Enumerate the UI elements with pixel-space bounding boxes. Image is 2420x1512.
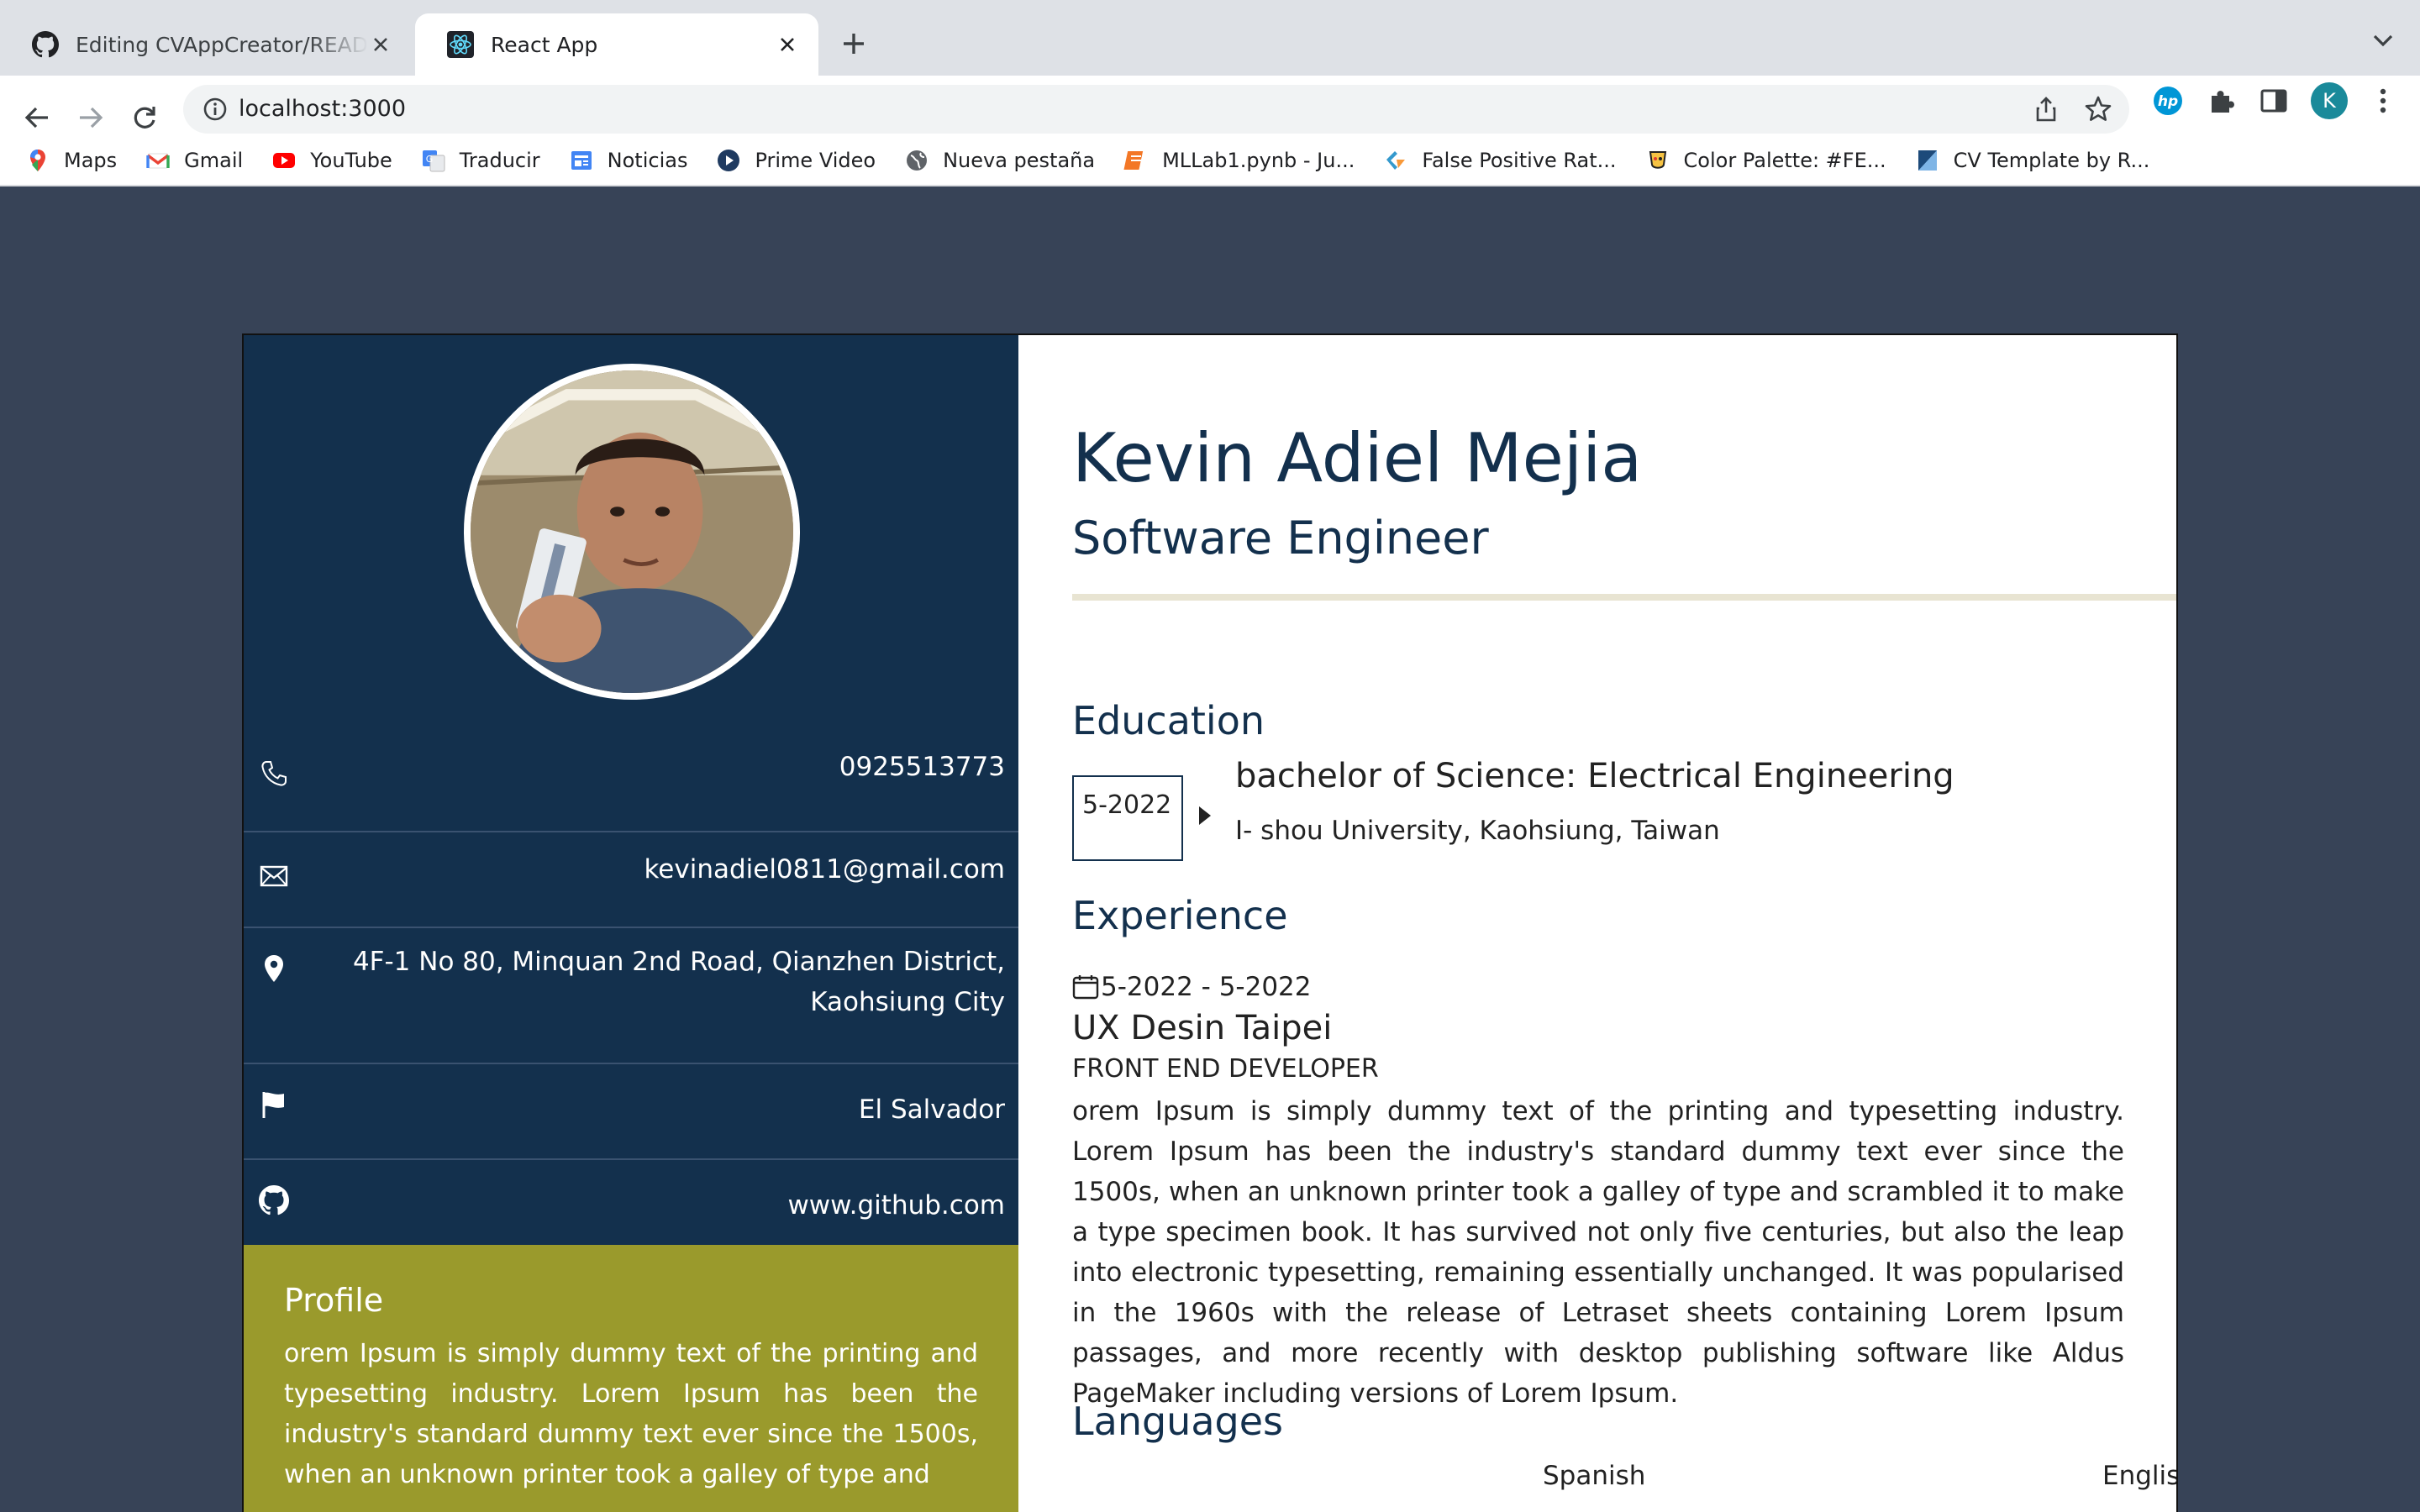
tab-strip: Editing CVAppCreator/README.md React App: [0, 0, 2420, 76]
close-tab-icon[interactable]: [775, 32, 800, 57]
bookmark-star-icon[interactable]: [2084, 95, 2112, 123]
email-address[interactable]: kevinadiel0811@gmail.com: [644, 849, 1005, 890]
forward-arrow-icon: [80, 107, 103, 129]
education-degree: bachelor of Science: Electrical Engineer…: [1235, 757, 1954, 795]
cv-document: 0925513773 kevinadiel0811@gmail.com 4F-1…: [242, 333, 2178, 1512]
back-button[interactable]: [18, 99, 55, 136]
education-school: I- shou University, Kaohsiung, Taiwan: [1235, 816, 1720, 846]
reload-button[interactable]: [126, 99, 163, 136]
bookmark-youtube[interactable]: YouTube: [271, 148, 392, 173]
header-divider: [1072, 594, 2176, 601]
template-icon: [1918, 150, 1937, 171]
bookmark-color-palette[interactable]: Color Palette: #FE...: [1645, 148, 1886, 173]
profile-heading: Profile: [284, 1282, 384, 1319]
experience-date-range: 5-2022 - 5-2022: [1101, 972, 1312, 1002]
hp-extension-icon[interactable]: hp: [2151, 84, 2185, 118]
close-tab-icon[interactable]: [368, 32, 393, 57]
news-icon: [571, 151, 592, 170]
react-icon: [447, 31, 474, 58]
contact-website: www.github.com: [244, 1160, 1018, 1256]
chevron-down-icon[interactable]: [2368, 25, 2398, 55]
side-panel-icon[interactable]: [2257, 84, 2291, 118]
palette-icon: [1649, 151, 1666, 169]
location-pin-icon: [265, 955, 283, 982]
tab-react-app[interactable]: React App: [415, 13, 818, 76]
svg-text:G: G: [426, 154, 434, 165]
candidate-name: Kevin Adiel Mejia: [1072, 419, 1643, 497]
job-title: Software Engineer: [1072, 512, 1489, 564]
maps-icon: [30, 150, 45, 171]
tab-title: Editing CVAppCreator/README.md: [76, 32, 368, 57]
cv-sidebar: 0925513773 kevinadiel0811@gmail.com 4F-1…: [244, 335, 1018, 1512]
bookmark-traducir[interactable]: G Traducir: [421, 148, 540, 173]
translate-icon: G: [422, 150, 445, 172]
profile-avatar[interactable]: K: [2311, 82, 2348, 119]
share-icon[interactable]: [2032, 95, 2060, 123]
github-icon: [32, 31, 59, 58]
reload-icon: [134, 107, 155, 129]
jupyter-icon: [1123, 151, 1144, 170]
address-bar[interactable]: localhost:3000: [183, 85, 2129, 134]
globe-icon: [907, 150, 928, 171]
contact-address: 4F-1 No 80, Minquan 2nd Road, Qianzhen D…: [244, 928, 1018, 1064]
contact-email: kevinadiel0811@gmail.com: [244, 832, 1018, 928]
tab-title: React App: [491, 32, 598, 57]
gmail-icon: [146, 153, 170, 169]
address-line-1: 4F-1 No 80, Minquan 2nd Road, Qianzhen D…: [352, 947, 1005, 977]
language-item: English: [2102, 1461, 2176, 1491]
profile-photo: [464, 364, 800, 700]
bookmark-gmail[interactable]: Gmail: [145, 148, 243, 173]
youtube-icon: [273, 153, 296, 168]
new-tab-icon[interactable]: [837, 27, 871, 60]
calendar-icon: [1072, 975, 1099, 1000]
experience-role: FRONT END DEVELOPER: [1072, 1054, 1379, 1084]
bookmark-false-positive[interactable]: False Positive Rat...: [1383, 148, 1617, 173]
languages-heading: Languages: [1072, 1399, 1283, 1444]
country: El Salvador: [858, 1095, 1005, 1125]
envelope-icon: [260, 865, 288, 887]
extensions-puzzle-icon[interactable]: [2205, 84, 2238, 118]
phone-number[interactable]: 0925513773: [839, 747, 1005, 787]
experience-company: UX Desin Taipei: [1072, 1009, 1333, 1047]
cv-main: Kevin Adiel Mejia Software Engineer Educ…: [1018, 335, 2176, 1512]
caret-right-icon: [1199, 806, 1211, 825]
scikit-icon: [1386, 151, 1406, 170]
education-heading: Education: [1072, 698, 1265, 743]
url-text[interactable]: localhost:3000: [239, 96, 406, 122]
language-item: Spanish: [1543, 1461, 1646, 1491]
tab-editing-readme[interactable]: Editing CVAppCreator/README.md: [0, 13, 412, 76]
back-arrow-icon: [24, 107, 48, 129]
profile-text: orem Ipsum is simply dummy text of the p…: [284, 1339, 978, 1489]
experience-description: orem Ipsum is simply dummy text of the p…: [1072, 1096, 2124, 1409]
address-line-2: Kaohsiung City: [810, 987, 1005, 1017]
bookmark-maps[interactable]: Maps: [25, 148, 117, 173]
phone-icon: [261, 761, 287, 786]
profile-section: Profile orem Ipsum is simply dummy text …: [244, 1245, 1018, 1512]
address: 4F-1 No 80, Minquan 2nd Road, Qianzhen D…: [353, 942, 1005, 1022]
forward-button[interactable]: [72, 99, 109, 136]
info-icon[interactable]: [202, 96, 229, 123]
bookmarks-bar: Maps Gmail YouTube G Traducir Noticias P…: [0, 136, 2420, 186]
bookmark-noticias[interactable]: Noticias: [569, 148, 687, 173]
bookmark-mllab[interactable]: MLLab1.pynb - Ju...: [1123, 148, 1355, 173]
contact-country: El Salvador: [244, 1064, 1018, 1160]
website-link[interactable]: www.github.com: [787, 1185, 1005, 1226]
contact-phone: 0925513773: [244, 733, 1018, 832]
bookmark-nueva-pestana[interactable]: Nueva pestaña: [904, 148, 1095, 173]
github-icon: [259, 1185, 289, 1215]
menu-kebab-icon[interactable]: [2368, 84, 2398, 118]
flag-icon: [262, 1092, 284, 1118]
svg-text:hp: hp: [2158, 93, 2178, 110]
experience-heading: Experience: [1072, 893, 1288, 938]
education-date: 5-2022: [1072, 775, 1183, 861]
bookmark-cv-template[interactable]: CV Template by R...: [1915, 148, 2149, 173]
prime-video-icon: [718, 150, 740, 171]
bookmark-prime-video[interactable]: Prime Video: [716, 148, 876, 173]
experience-date: 5-2022 - 5-2022: [1072, 972, 1312, 1002]
